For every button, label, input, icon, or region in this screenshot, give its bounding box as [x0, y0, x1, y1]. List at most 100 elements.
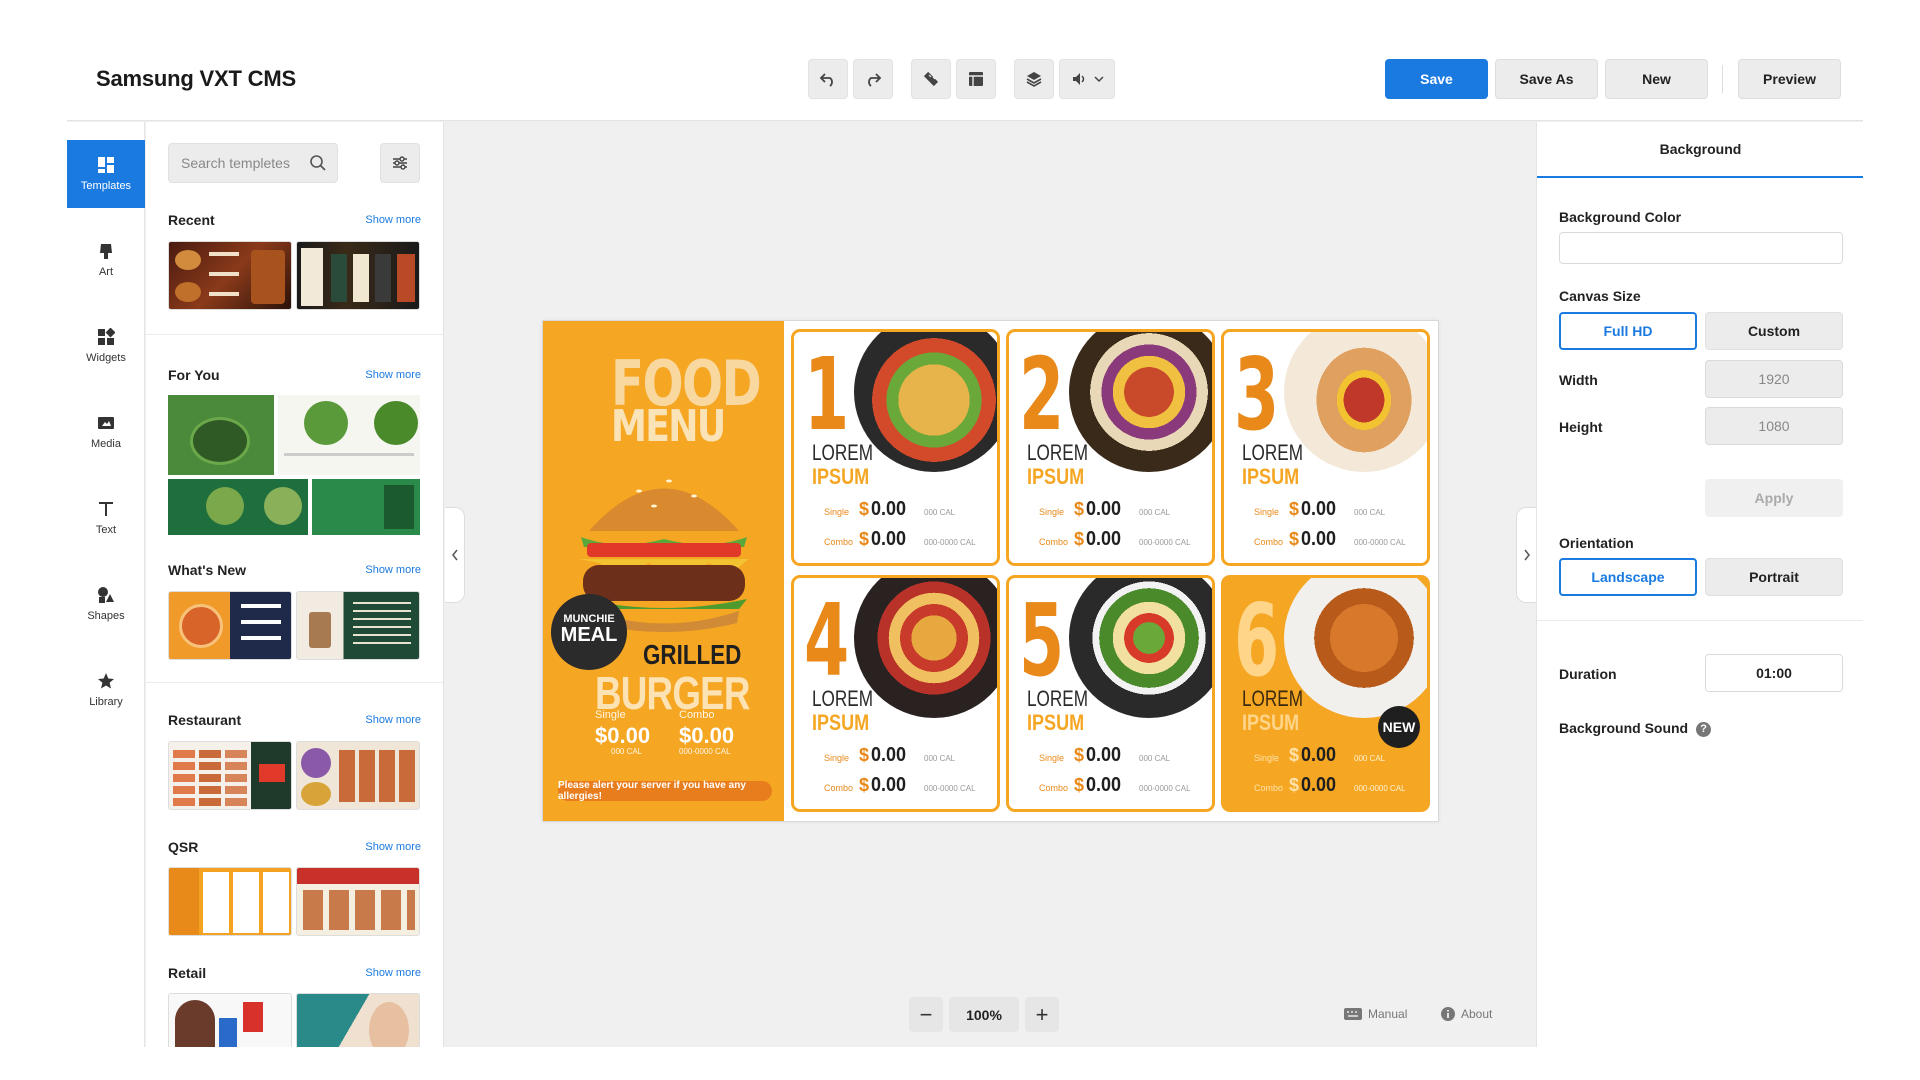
width-input[interactable]: [1705, 360, 1843, 398]
rail-item-text[interactable]: Text: [67, 484, 145, 552]
menu-card-4[interactable]: 4 LOREM IPSUM Single $ 0.00 000 CAL Comb…: [791, 575, 1000, 812]
menu-card-5[interactable]: 5 LOREM IPSUM Single $ 0.00 000 CAL Comb…: [1006, 575, 1215, 812]
collapse-right-button[interactable]: [1516, 507, 1536, 603]
zoom-in-button[interactable]: +: [1025, 997, 1059, 1032]
new-button[interactable]: New: [1605, 59, 1708, 99]
ruler-button[interactable]: [911, 59, 951, 99]
widgets-icon: [98, 328, 115, 345]
background-sound-row: Background Sound?: [1559, 720, 1712, 737]
text-icon: [99, 502, 113, 516]
single-cal: 000 CAL: [611, 747, 643, 756]
grid-button[interactable]: [956, 59, 996, 99]
dollar-sign: $: [859, 745, 870, 765]
size-full-hd-option[interactable]: Full HD: [1559, 312, 1697, 350]
template-thumb-retail-2[interactable]: [296, 993, 420, 1047]
tab-background[interactable]: Background: [1537, 122, 1863, 178]
rail-item-widgets[interactable]: Widgets: [67, 312, 145, 380]
apply-button[interactable]: Apply: [1705, 479, 1843, 517]
combo-price: 0.00: [1301, 528, 1337, 550]
allergy-note: Please alert your server if you have any…: [558, 780, 772, 802]
search-input[interactable]: [169, 144, 309, 182]
template-thumb-for-you[interactable]: [168, 395, 420, 535]
template-thumb-qsr-2[interactable]: [296, 867, 420, 936]
dollar-sign: $: [859, 499, 870, 519]
template-thumb-retail-1[interactable]: [168, 993, 292, 1047]
template-thumb-whats-new-2[interactable]: [296, 591, 420, 660]
save-as-button[interactable]: Save As: [1495, 59, 1598, 99]
single-cal: 000 CAL: [924, 508, 956, 517]
collapse-left-button[interactable]: [445, 507, 465, 603]
single-price: 0.00: [1086, 498, 1122, 520]
sound-dropdown[interactable]: [1059, 59, 1115, 99]
layers-button[interactable]: [1014, 59, 1054, 99]
menu-card-2[interactable]: 2 LOREM IPSUM Single $ 0.00 000 CAL Comb…: [1006, 329, 1215, 566]
template-thumb-restaurant-1[interactable]: [168, 741, 292, 810]
card-name-line1: LOREM: [812, 686, 874, 711]
speaker-icon: [1072, 73, 1084, 85]
combo-price: 0.00: [871, 528, 907, 550]
rail-item-art[interactable]: Art: [67, 226, 145, 294]
zoom-out-button[interactable]: −: [909, 997, 943, 1032]
combo-label: Combo: [679, 709, 715, 721]
combo-label: Combo: [1039, 783, 1069, 793]
manual-link[interactable]: Manual: [1344, 1007, 1407, 1021]
rail-item-templates[interactable]: Templates: [67, 140, 145, 208]
feature-panel[interactable]: FOOD MENU MUNCHIE MEAL GRILLED BURGER Si…: [543, 321, 784, 821]
orientation-portrait-option[interactable]: Portrait: [1705, 558, 1843, 596]
show-more-retail[interactable]: Show more: [365, 967, 421, 979]
design-canvas[interactable]: FOOD MENU MUNCHIE MEAL GRILLED BURGER Si…: [542, 320, 1439, 822]
rail-label-text: Text: [95, 524, 117, 536]
template-thumb-qsr-1[interactable]: [168, 867, 292, 936]
height-input[interactable]: [1705, 407, 1843, 445]
zoom-level[interactable]: 100%: [949, 997, 1019, 1032]
orientation-landscape-option[interactable]: Landscape: [1559, 558, 1697, 596]
keyboard-icon: [1344, 1008, 1362, 1020]
template-thumb-recent-2[interactable]: [296, 241, 420, 310]
combo-price: 0.00: [1301, 774, 1337, 796]
template-thumb-recent-1[interactable]: [168, 241, 292, 310]
size-custom-option[interactable]: Custom: [1705, 312, 1843, 350]
single-price: 0.00: [1301, 744, 1337, 766]
single-label: Single: [824, 507, 850, 517]
redo-button[interactable]: [853, 59, 893, 99]
show-more-for-you[interactable]: Show more: [365, 369, 421, 381]
undo-button[interactable]: [808, 59, 848, 99]
properties-panel: Background Background Color Canvas Size …: [1536, 122, 1863, 1047]
rail-item-media[interactable]: Media: [67, 398, 145, 466]
show-more-qsr[interactable]: Show more: [365, 841, 421, 853]
food-image-pizza: [854, 578, 997, 718]
food-image-taco: [854, 332, 997, 472]
search-icon[interactable]: [309, 154, 327, 172]
about-link[interactable]: About: [1441, 1007, 1492, 1021]
template-thumb-restaurant-2[interactable]: [296, 741, 420, 810]
redo-icon: [868, 73, 882, 87]
section-title-for-you: For You: [168, 367, 220, 383]
card-name-line2: IPSUM: [1242, 710, 1300, 735]
undo-icon: [819, 73, 833, 87]
dollar-sign: $: [1289, 529, 1300, 549]
preview-button[interactable]: Preview: [1738, 59, 1841, 99]
save-button[interactable]: Save: [1385, 59, 1488, 99]
background-color-input[interactable]: [1559, 232, 1843, 264]
menu-card-6[interactable]: 6 LOREM IPSUM NEW Single $ 0.00 000 CAL …: [1221, 575, 1430, 812]
duration-input[interactable]: [1705, 654, 1843, 692]
combo-label: Combo: [1039, 537, 1069, 547]
rail-item-library[interactable]: Library: [67, 656, 145, 724]
section-divider: [146, 334, 443, 335]
rail-item-shapes[interactable]: Shapes: [67, 570, 145, 638]
show-more-whats-new[interactable]: Show more: [365, 564, 421, 576]
show-more-restaurant[interactable]: Show more: [365, 714, 421, 726]
template-thumb-whats-new-1[interactable]: [168, 591, 292, 660]
help-icon[interactable]: ?: [1696, 721, 1712, 737]
badge-line2: MEAL: [560, 624, 618, 646]
side-rail: Templates Art Widgets Media Text Shapes …: [67, 122, 145, 1047]
dollar-sign: $: [859, 775, 870, 795]
food-image-salad: [1069, 578, 1212, 718]
section-divider: [146, 682, 443, 683]
show-more-recent[interactable]: Show more: [365, 214, 421, 226]
layers-icon: [1026, 72, 1042, 87]
menu-card-3[interactable]: 3 LOREM IPSUM Single $ 0.00 000 CAL Comb…: [1221, 329, 1430, 566]
filter-button[interactable]: [380, 143, 420, 183]
menu-card-1[interactable]: 1 LOREM IPSUM Single $ 0.00 000 CAL Comb…: [791, 329, 1000, 566]
combo-cal: 000-0000 CAL: [924, 784, 976, 793]
